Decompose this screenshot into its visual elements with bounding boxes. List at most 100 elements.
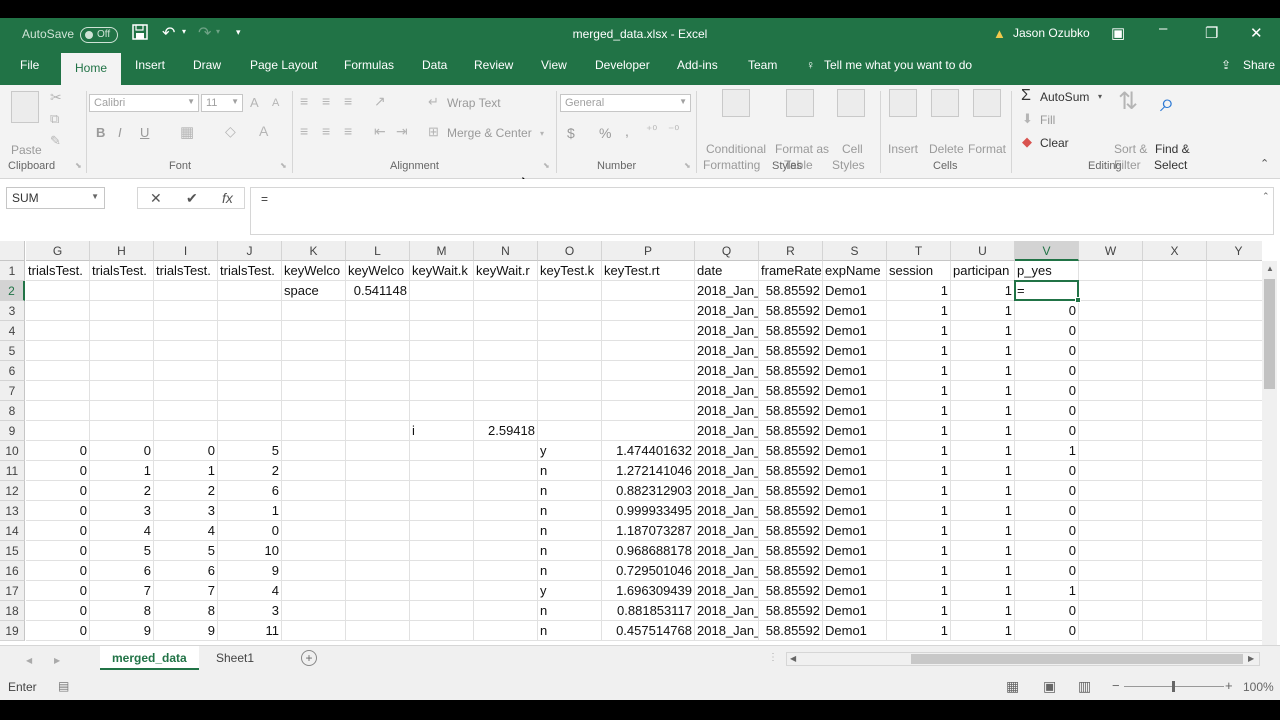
cell-y4[interactable] xyxy=(1207,321,1262,341)
cell-s2[interactable]: Demo1 xyxy=(823,281,887,301)
cell-y19[interactable] xyxy=(1207,621,1262,641)
cell-g19[interactable]: 0 xyxy=(26,621,90,641)
cell-o18[interactable]: n xyxy=(538,601,602,621)
select-all-corner[interactable] xyxy=(0,241,25,261)
cell-l8[interactable] xyxy=(346,401,410,421)
cell-n12[interactable] xyxy=(474,481,538,501)
cell-t1[interactable]: session xyxy=(887,261,951,281)
cell-k15[interactable] xyxy=(282,541,346,561)
comma-button[interactable]: , xyxy=(625,123,629,139)
horizontal-scrollbar[interactable]: ◀ ▶ xyxy=(786,652,1260,666)
find-select-button[interactable]: Find & xyxy=(1155,142,1190,156)
column-header-t[interactable]: T xyxy=(887,241,951,261)
cell-h13[interactable]: 3 xyxy=(90,501,154,521)
cell-w10[interactable] xyxy=(1079,441,1143,461)
cell-r19[interactable]: 58.85592 xyxy=(759,621,823,641)
cell-p15[interactable]: 0.968688178 xyxy=(602,541,695,561)
cell-m6[interactable] xyxy=(410,361,474,381)
cell-o10[interactable]: y xyxy=(538,441,602,461)
copy-icon[interactable]: ⧉ xyxy=(50,111,59,127)
cell-w14[interactable] xyxy=(1079,521,1143,541)
font-color-icon[interactable]: A xyxy=(259,123,268,139)
cell-y12[interactable] xyxy=(1207,481,1262,501)
cell-q7[interactable]: 2018_Jan_ xyxy=(695,381,759,401)
cell-v8[interactable]: 0 xyxy=(1015,401,1079,421)
cell-m13[interactable] xyxy=(410,501,474,521)
fill-button[interactable]: Fill xyxy=(1040,113,1055,127)
cell-l9[interactable] xyxy=(346,421,410,441)
cell-u16[interactable]: 1 xyxy=(951,561,1015,581)
cell-k12[interactable] xyxy=(282,481,346,501)
cell-w7[interactable] xyxy=(1079,381,1143,401)
cell-u17[interactable]: 1 xyxy=(951,581,1015,601)
cell-i5[interactable] xyxy=(154,341,218,361)
cell-x13[interactable] xyxy=(1143,501,1207,521)
cell-w16[interactable] xyxy=(1079,561,1143,581)
cell-i7[interactable] xyxy=(154,381,218,401)
row-header-12[interactable]: 12 xyxy=(0,481,25,501)
cell-j4[interactable] xyxy=(218,321,282,341)
cell-h7[interactable] xyxy=(90,381,154,401)
cell-x10[interactable] xyxy=(1143,441,1207,461)
cell-j8[interactable] xyxy=(218,401,282,421)
cell-y15[interactable] xyxy=(1207,541,1262,561)
cell-r10[interactable]: 58.85592 xyxy=(759,441,823,461)
cell-s14[interactable]: Demo1 xyxy=(823,521,887,541)
cell-m10[interactable] xyxy=(410,441,474,461)
cell-o11[interactable]: n xyxy=(538,461,602,481)
cut-icon[interactable]: ✂ xyxy=(50,89,62,106)
column-header-s[interactable]: S xyxy=(823,241,887,261)
cell-r3[interactable]: 58.85592 xyxy=(759,301,823,321)
cell-h1[interactable]: trialsTest. xyxy=(90,261,154,281)
row-header-8[interactable]: 8 xyxy=(0,401,25,421)
cell-w13[interactable] xyxy=(1079,501,1143,521)
cell-p18[interactable]: 0.881853117 xyxy=(602,601,695,621)
insert-cells-button[interactable]: Insert xyxy=(888,142,918,156)
tab-draw[interactable]: Draw xyxy=(193,58,221,72)
cell-s1[interactable]: expName xyxy=(823,261,887,281)
cell-t15[interactable]: 1 xyxy=(887,541,951,561)
cell-g6[interactable] xyxy=(26,361,90,381)
cell-t16[interactable]: 1 xyxy=(887,561,951,581)
cell-t11[interactable]: 1 xyxy=(887,461,951,481)
tab-review[interactable]: Review xyxy=(474,58,513,72)
cell-w5[interactable] xyxy=(1079,341,1143,361)
cell-g5[interactable] xyxy=(26,341,90,361)
cell-n10[interactable] xyxy=(474,441,538,461)
cell-q8[interactable]: 2018_Jan_ xyxy=(695,401,759,421)
cell-x19[interactable] xyxy=(1143,621,1207,641)
zoom-out-icon[interactable]: − xyxy=(1112,678,1120,693)
tab-page-layout[interactable]: Page Layout xyxy=(250,58,317,72)
cell-r16[interactable]: 58.85592 xyxy=(759,561,823,581)
cell-q16[interactable]: 2018_Jan_ xyxy=(695,561,759,581)
cell-w18[interactable] xyxy=(1079,601,1143,621)
cell-g9[interactable] xyxy=(26,421,90,441)
cell-x6[interactable] xyxy=(1143,361,1207,381)
row-header-9[interactable]: 9 xyxy=(0,421,25,441)
cell-r4[interactable]: 58.85592 xyxy=(759,321,823,341)
column-header-w[interactable]: W xyxy=(1079,241,1143,261)
cell-q6[interactable]: 2018_Jan_ xyxy=(695,361,759,381)
cell-r18[interactable]: 58.85592 xyxy=(759,601,823,621)
column-header-h[interactable]: H xyxy=(90,241,154,261)
share-button[interactable]: Share xyxy=(1243,58,1275,72)
paste-button[interactable]: Paste xyxy=(11,143,42,157)
cell-k17[interactable] xyxy=(282,581,346,601)
column-header-v[interactable]: V xyxy=(1015,241,1079,261)
autosum-button[interactable]: AutoSum xyxy=(1040,90,1089,104)
page-layout-view-icon[interactable]: ▣ xyxy=(1043,678,1056,695)
cell-v4[interactable]: 0 xyxy=(1015,321,1079,341)
cell-p3[interactable] xyxy=(602,301,695,321)
cell-k2[interactable]: space xyxy=(282,281,346,301)
column-header-n[interactable]: N xyxy=(474,241,538,261)
align-top-icon[interactable]: ≡ xyxy=(300,93,308,109)
cell-n16[interactable] xyxy=(474,561,538,581)
cell-s3[interactable]: Demo1 xyxy=(823,301,887,321)
cell-g17[interactable]: 0 xyxy=(26,581,90,601)
cell-m1[interactable]: keyWait.k xyxy=(410,261,474,281)
chevron-down-icon[interactable]: ▾ xyxy=(540,129,544,138)
row-header-19[interactable]: 19 xyxy=(0,621,25,641)
cell-v3[interactable]: 0 xyxy=(1015,301,1079,321)
column-header-j[interactable]: J xyxy=(218,241,282,261)
increase-indent-icon[interactable]: ⇥ xyxy=(396,123,408,140)
